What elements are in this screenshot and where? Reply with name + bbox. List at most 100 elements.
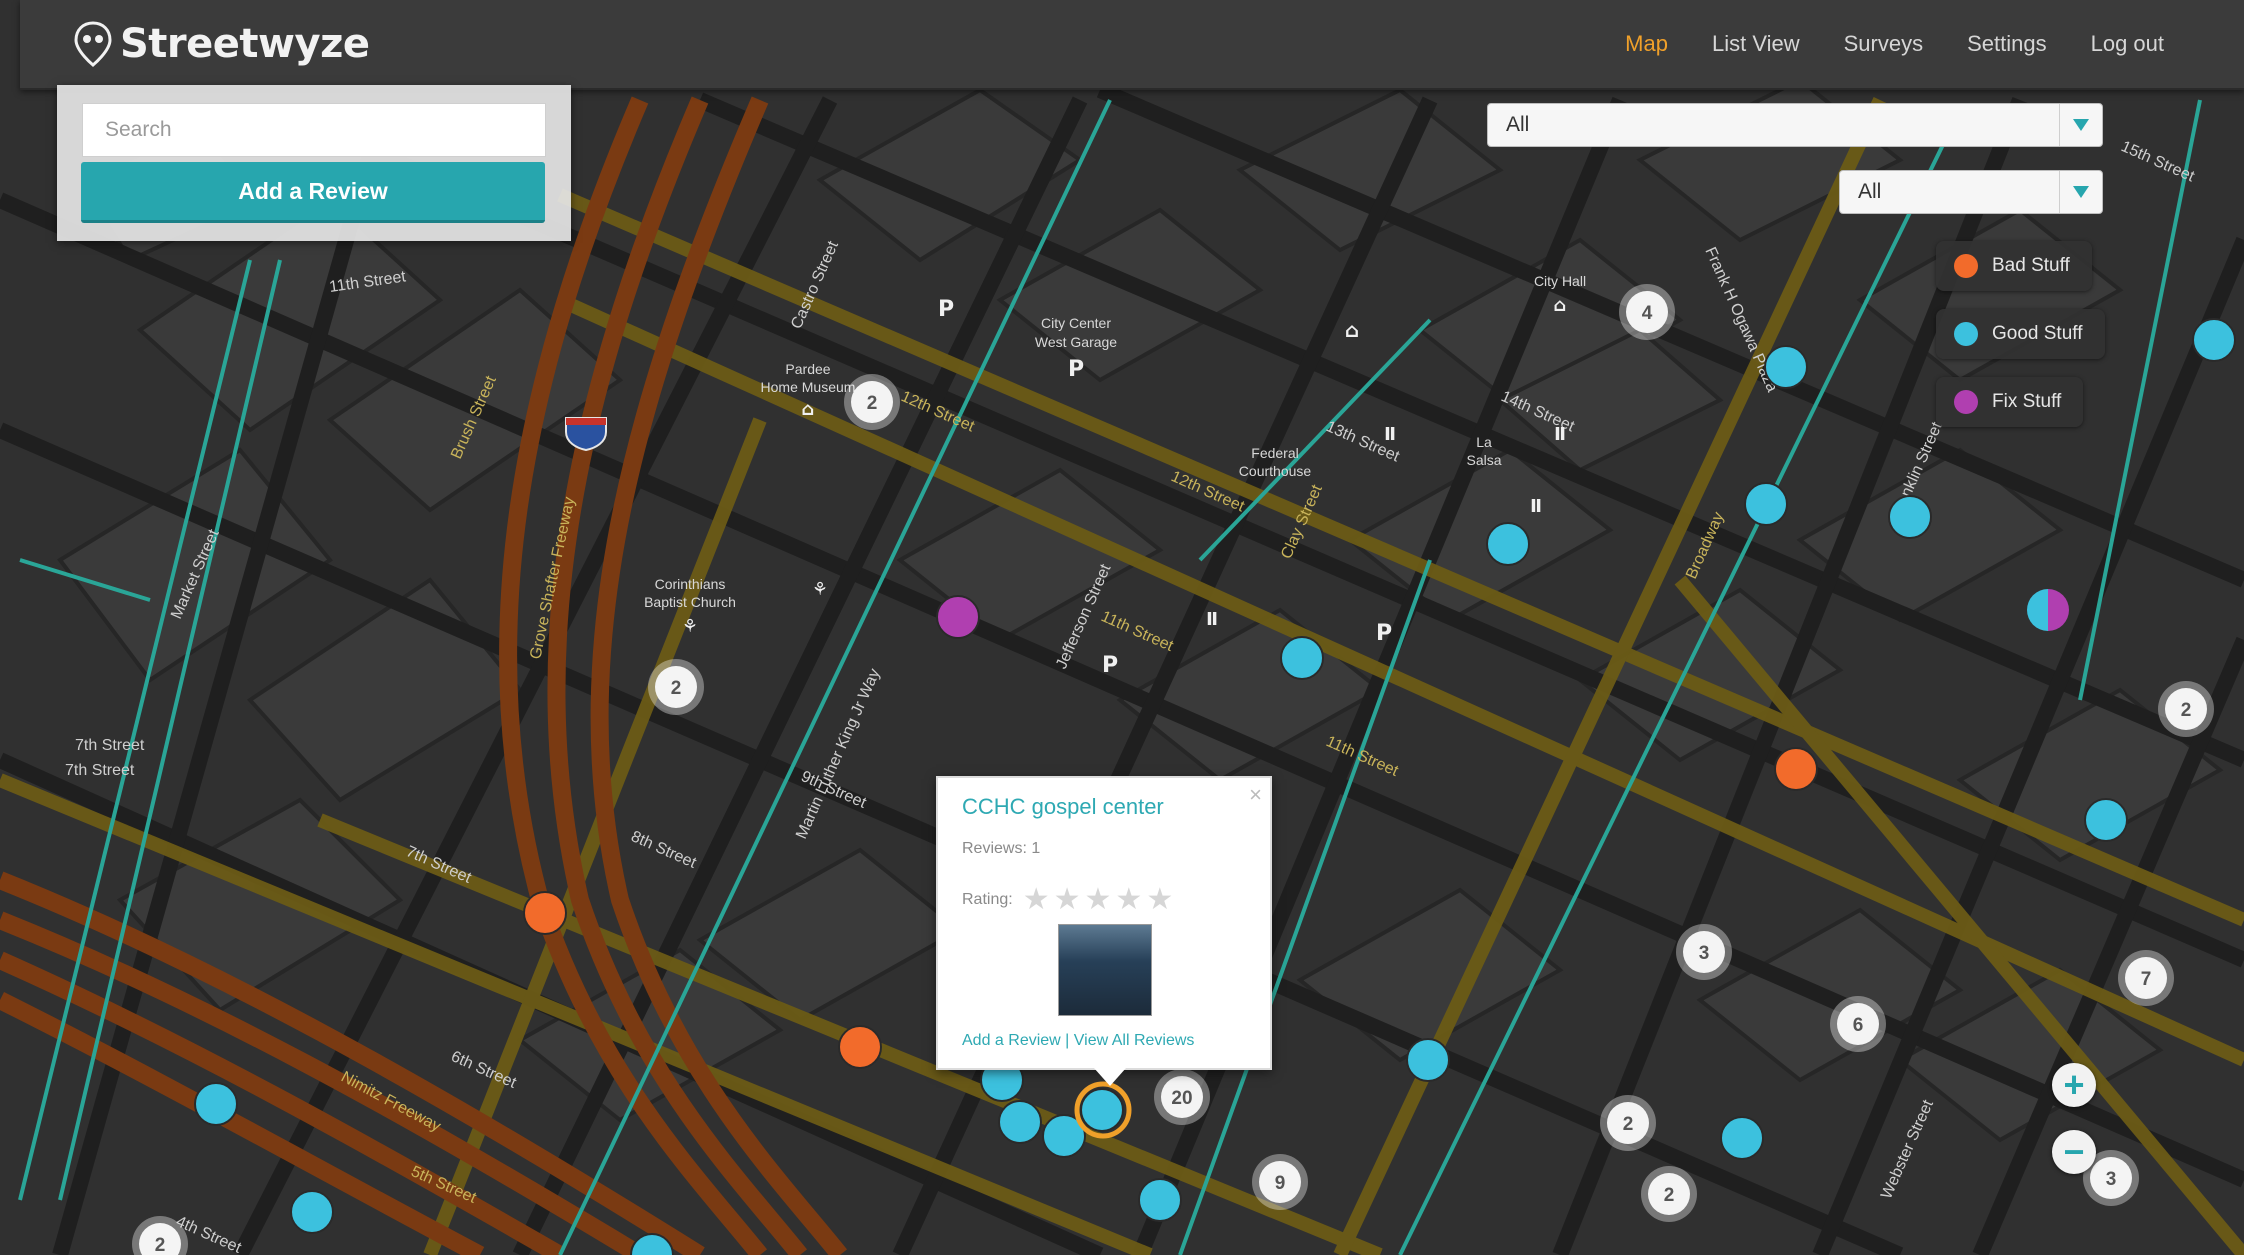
place-label-cityhall: City Hall [1534, 273, 1586, 289]
bad-stuff-dot-icon [1954, 254, 1978, 278]
svg-text:Baptist Church: Baptist Church [644, 594, 736, 610]
legend-bad-stuff[interactable]: Bad Stuff [1936, 241, 2092, 291]
good-stuff-marker[interactable] [2192, 318, 2236, 362]
fix-stuff-dot-icon [1954, 390, 1978, 414]
good-stuff-marker[interactable] [1280, 636, 1324, 680]
cluster-count: 9 [1275, 1173, 1286, 1194]
fix-stuff-marker[interactable] [936, 595, 980, 639]
rating-stars[interactable]: ★ ★ ★ ★ ★ [1023, 882, 1178, 917]
cluster-marker[interactable]: 3 [1676, 924, 1732, 980]
app-header: Streetwyze Map List View Surveys Setting… [20, 0, 2244, 90]
good-stuff-marker[interactable] [998, 1100, 1042, 1144]
cluster-count: 2 [867, 393, 878, 414]
good-stuff-marker[interactable] [1744, 482, 1788, 526]
cluster-count: 2 [1664, 1185, 1675, 1206]
parking-icon: P [1376, 621, 1392, 646]
map-pin-logo-icon [74, 21, 112, 67]
star-icon[interactable]: ★ [1023, 883, 1050, 916]
good-stuff-marker[interactable] [1080, 1088, 1124, 1132]
restaurant-icon: Ⅱ [1554, 424, 1566, 445]
nav-settings[interactable]: Settings [1967, 31, 2047, 57]
good-stuff-marker[interactable] [2084, 798, 2128, 842]
star-icon[interactable]: ★ [1115, 883, 1142, 916]
good-stuff-marker[interactable] [1406, 1038, 1450, 1082]
parking-icon: P [938, 297, 954, 322]
bad-stuff-marker[interactable] [1774, 747, 1818, 791]
good-stuff-marker[interactable] [290, 1190, 334, 1234]
church-icon: ⚘ [812, 579, 828, 600]
popup-links[interactable]: Add a Review | View All Reviews [962, 1032, 1194, 1050]
place-label-church: Corinthians [655, 576, 726, 592]
good-stuff-marker[interactable] [194, 1082, 238, 1126]
cluster-count: 2 [1623, 1114, 1634, 1135]
cluster-count: 20 [1171, 1088, 1192, 1109]
cluster-count: 2 [671, 678, 682, 699]
place-label-lasalsa: La [1476, 434, 1492, 450]
svg-text:West Garage: West Garage [1035, 334, 1117, 350]
nav-surveys[interactable]: Surveys [1844, 31, 1923, 57]
brand-logo[interactable]: Streetwyze [74, 18, 370, 70]
search-input[interactable] [82, 103, 546, 157]
museum-icon: ⌂ [802, 399, 815, 420]
cluster-marker[interactable]: 6 [1830, 996, 1886, 1052]
star-icon[interactable]: ★ [1054, 883, 1081, 916]
zoom-out-button[interactable]: − [2052, 1130, 2096, 1174]
filter-secondary-value: All [1858, 180, 1882, 203]
chevron-down-icon[interactable] [2059, 104, 2102, 146]
home-icon: ⌂ [1345, 318, 1359, 342]
add-review-button[interactable]: Add a Review [81, 162, 545, 223]
cluster-marker[interactable]: 2 [648, 659, 704, 715]
good-stuff-marker[interactable] [1888, 495, 1932, 539]
cluster-marker[interactable]: 7 [2118, 950, 2174, 1006]
place-label-pardee: Pardee [785, 361, 830, 377]
cluster-marker[interactable]: 2 [2158, 681, 2214, 737]
legend-label: Fix Stuff [1992, 391, 2062, 412]
filter-select-primary[interactable]: All [1487, 103, 2103, 147]
star-icon[interactable]: ★ [1146, 883, 1173, 916]
minus-icon: − [2063, 1131, 2085, 1172]
close-icon[interactable]: × [1249, 782, 1262, 808]
street-label-7th-c: 7th Street [65, 762, 135, 779]
popup-title[interactable]: CCHC gospel center [962, 794, 1164, 820]
popup-review-count: Reviews: 1 [962, 840, 1041, 857]
popup-rating: Rating: ★ ★ ★ ★ ★ [962, 882, 1177, 917]
nav-log-out[interactable]: Log out [2091, 31, 2164, 57]
place-photo[interactable] [1058, 924, 1152, 1016]
nav-list-view[interactable]: List View [1712, 31, 1800, 57]
cluster-count: 4 [1642, 303, 1653, 324]
good-stuff-marker[interactable] [1138, 1178, 1182, 1222]
star-icon[interactable]: ★ [1085, 883, 1112, 916]
nav-map[interactable]: Map [1625, 31, 1668, 57]
filter-primary-value: All [1506, 113, 1530, 136]
place-label-courthouse: Federal [1251, 445, 1298, 461]
place-label-garage: City Center [1041, 315, 1111, 331]
cluster-marker[interactable]: 20 [1154, 1069, 1210, 1125]
cluster-count: 3 [2106, 1169, 2117, 1190]
svg-text:Home Museum: Home Museum [761, 379, 856, 395]
cluster-marker[interactable]: 4 [1619, 284, 1675, 340]
good-stuff-marker[interactable] [1486, 522, 1530, 566]
zoom-in-button[interactable]: + [2052, 1063, 2096, 1107]
good-stuff-dot-icon [1954, 322, 1978, 346]
cluster-marker[interactable]: 2 [1641, 1166, 1697, 1222]
legend-fix-stuff[interactable]: Fix Stuff [1936, 377, 2084, 427]
cluster-count: 2 [155, 1235, 166, 1255]
bad-stuff-marker[interactable] [523, 891, 567, 935]
cluster-marker[interactable]: 2 [1600, 1095, 1656, 1151]
chevron-down-icon[interactable] [2059, 171, 2102, 213]
cluster-count: 3 [1699, 943, 1710, 964]
cluster-marker[interactable]: 9 [1252, 1154, 1308, 1210]
legend-good-stuff[interactable]: Good Stuff [1936, 309, 2105, 359]
bad-stuff-marker[interactable] [838, 1025, 882, 1069]
good-stuff-marker[interactable] [1764, 345, 1808, 389]
filter-select-secondary[interactable]: All [1839, 170, 2103, 214]
plus-icon: + [2063, 1064, 2085, 1105]
main-nav: Map List View Surveys Settings Log out [1625, 0, 2164, 88]
street-label-7th-b: 7th Street [75, 737, 145, 754]
legend-label: Bad Stuff [1992, 255, 2070, 276]
cluster-marker[interactable]: 2 [844, 374, 900, 430]
bank-icon: ⌂ [1554, 295, 1567, 316]
good-stuff-marker[interactable] [1720, 1116, 1764, 1160]
brand-name: Streetwyze [120, 21, 370, 67]
church-icon: ⚘ [682, 616, 698, 637]
